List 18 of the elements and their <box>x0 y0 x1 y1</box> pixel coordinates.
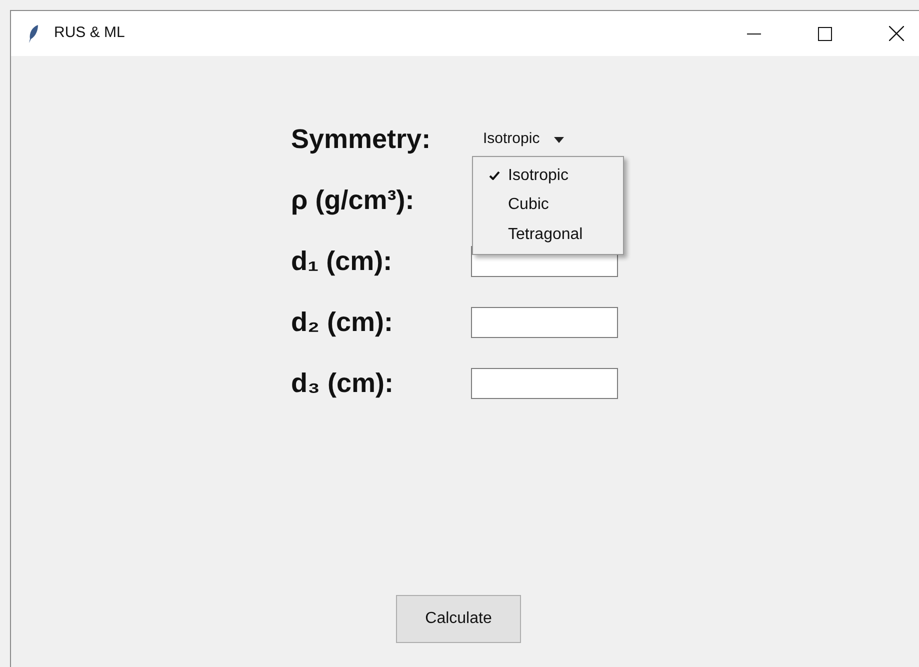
menu-item[interactable]: Isotropic <box>473 161 623 190</box>
field-label: d₂ (cm): <box>291 306 394 340</box>
input-field[interactable] <box>471 368 618 399</box>
menu-item[interactable]: Tetragonal <box>473 220 623 250</box>
field-label: Symmetry: <box>291 123 432 156</box>
minimize-icon <box>747 32 761 34</box>
calculate-button[interactable]: Calculate <box>396 595 521 643</box>
close-icon <box>888 26 904 41</box>
window-title: RUS & ML <box>54 23 125 44</box>
feather-icon <box>28 24 39 44</box>
field-label: d₁ (cm): <box>291 245 394 278</box>
menu-item[interactable]: Cubic <box>473 190 623 220</box>
symmetry-dropdown[interactable]: Isotropic <box>483 128 564 151</box>
caret-icon <box>554 136 564 142</box>
field-label: ρ (g/cm³): <box>291 184 416 218</box>
field-label: d₃ (cm): <box>291 367 394 400</box>
input-field[interactable] <box>471 307 618 338</box>
maximize-icon <box>818 26 832 40</box>
